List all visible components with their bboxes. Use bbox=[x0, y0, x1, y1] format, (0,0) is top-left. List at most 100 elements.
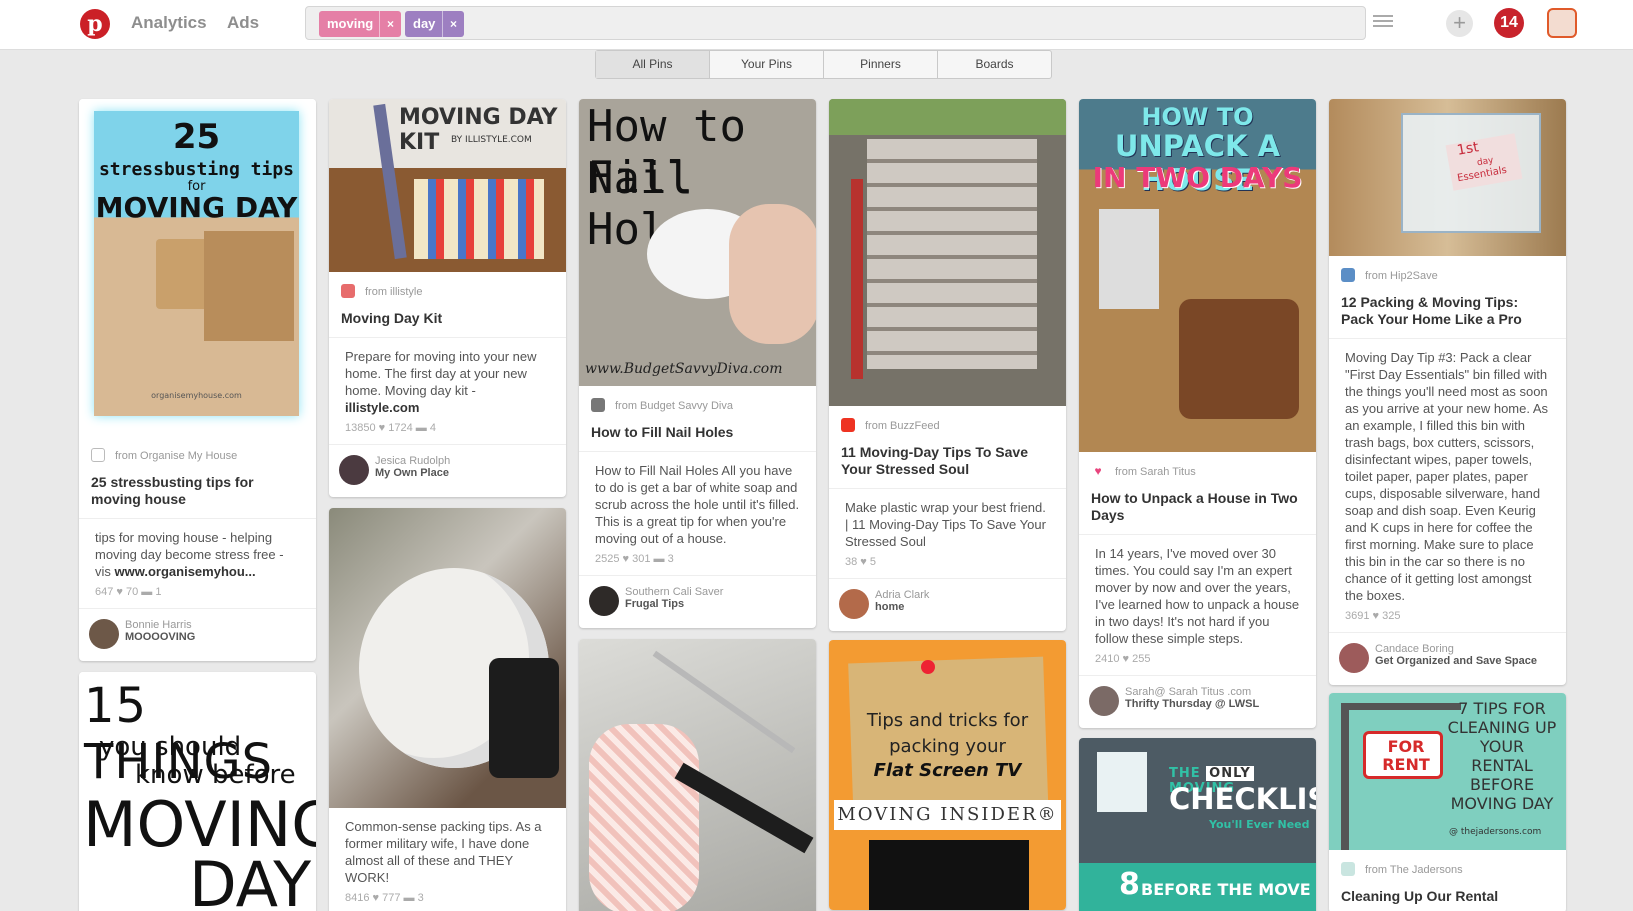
pin-source[interactable]: from illistyle bbox=[329, 272, 566, 306]
tab-all-pins[interactable]: All Pins bbox=[596, 51, 710, 78]
avatar[interactable] bbox=[339, 455, 369, 485]
image-text: you should bbox=[99, 732, 242, 762]
pin-card[interactable]: FOR RENT 7 TIPS FOR CLEANING UP YOUR REN… bbox=[1329, 693, 1566, 911]
source-icon bbox=[1341, 268, 1355, 282]
pinner-info[interactable]: Adria Clark home bbox=[829, 579, 1066, 631]
pin-image[interactable]: HOW TO UNPACK A HOUSE IN TWO DAYS bbox=[1079, 99, 1316, 452]
pin-description: How to Fill Nail Holes All you have to d… bbox=[595, 463, 800, 546]
pin-image[interactable]: How to Fill Nail Holes www.BudgetSavvyDi… bbox=[579, 99, 816, 386]
pin-image[interactable]: THE ONLY MOVING CHECKLIST You'll Ever Ne… bbox=[1079, 738, 1316, 911]
image-text: stressbusting tips bbox=[98, 159, 295, 180]
image-text: HOW TO bbox=[1141, 103, 1254, 131]
image-credit: organisemyhouse.com bbox=[151, 391, 242, 400]
pin-source[interactable]: from Hip2Save bbox=[1329, 256, 1566, 290]
pin-image[interactable]: MOVING DAY KIT BY ILLISTYLE.COM bbox=[329, 99, 566, 272]
search-chip-moving: moving × bbox=[319, 11, 401, 37]
source-icon bbox=[341, 284, 355, 298]
pin-description: Prepare for moving into your new home. T… bbox=[345, 349, 537, 415]
pin-card[interactable]: Common-sense packing tips. As a former m… bbox=[329, 508, 566, 911]
pin-card[interactable]: How to Fill Nail Holes www.BudgetSavvyDi… bbox=[579, 99, 816, 628]
source-icon bbox=[1341, 862, 1355, 876]
pinterest-logo-icon[interactable]: p bbox=[80, 9, 110, 39]
pin-image[interactable]: 25 stressbusting tips for MOVING DAY org… bbox=[79, 99, 316, 436]
tab-your-pins[interactable]: Your Pins bbox=[710, 51, 824, 78]
avatar[interactable] bbox=[1089, 686, 1119, 716]
heart-icon: ♥ bbox=[1091, 464, 1105, 478]
pin-card[interactable]: from BuzzFeed 11 Moving-Day Tips To Save… bbox=[829, 99, 1066, 631]
pin-card[interactable]: 15 THINGS you should know before MOVING … bbox=[79, 672, 316, 911]
pin-source[interactable]: from BuzzFeed bbox=[829, 406, 1066, 440]
pin-source[interactable]: from Budget Savvy Diva bbox=[579, 386, 816, 420]
close-icon[interactable]: × bbox=[379, 11, 401, 37]
pin-image[interactable] bbox=[329, 508, 566, 808]
add-icon[interactable]: + bbox=[1446, 10, 1473, 37]
image-text: 7 TIPS FOR CLEANING UP YOUR RENTAL BEFOR… bbox=[1447, 699, 1557, 813]
pin-source[interactable]: ♥ from Sarah Titus bbox=[1079, 452, 1316, 486]
tab-boards[interactable]: Boards bbox=[938, 51, 1051, 78]
image-text: Flat Screen TV bbox=[873, 760, 1022, 781]
pin-image[interactable]: 15 THINGS you should know before MOVING … bbox=[79, 672, 316, 911]
image-text: CHECKLIST bbox=[1169, 782, 1316, 816]
pin-stats: 38 ♥ 5 bbox=[829, 554, 1066, 579]
pin-title[interactable]: Moving Day Kit bbox=[329, 306, 566, 338]
image-text: DAY bbox=[189, 848, 312, 911]
pin-description: tips for moving house - helping moving d… bbox=[95, 530, 284, 579]
notifications-badge[interactable]: 14 bbox=[1494, 8, 1524, 38]
description-link[interactable]: illistyle.com bbox=[345, 400, 419, 415]
image-text: BY ILLISTYLE.COM bbox=[451, 135, 532, 145]
user-avatar-icon[interactable] bbox=[1547, 8, 1577, 38]
pin-title[interactable]: How to Fill Nail Holes bbox=[579, 420, 816, 452]
search-chip-day: day × bbox=[405, 11, 464, 37]
pinner-info[interactable]: Candace Boring Get Organized and Save Spa… bbox=[1329, 633, 1566, 685]
pin-image[interactable]: FOR RENT 7 TIPS FOR CLEANING UP YOUR REN… bbox=[1329, 693, 1566, 850]
pin-card[interactable]: 25 stressbusting tips for MOVING DAY org… bbox=[79, 99, 316, 661]
tab-pinners[interactable]: Pinners bbox=[824, 51, 938, 78]
pin-title[interactable]: 12 Packing & Moving Tips: Pack Your Home… bbox=[1329, 290, 1566, 339]
pin-title[interactable]: How to Unpack a House in Two Days bbox=[1079, 486, 1316, 535]
description-link[interactable]: www.organisemyhou... bbox=[115, 564, 256, 579]
pin-card[interactable]: THE ONLY MOVING CHECKLIST You'll Ever Ne… bbox=[1079, 738, 1316, 911]
pin-card[interactable]: HOW TO UNPACK A HOUSE IN TWO DAYS ♥ from … bbox=[1079, 99, 1316, 728]
pinner-info[interactable]: Bonnie Harris MOOOOVING bbox=[79, 609, 316, 661]
image-text: MOVING DAY bbox=[95, 191, 298, 224]
pin-title[interactable]: 25 stressbusting tips for moving house bbox=[79, 470, 316, 519]
analytics-link[interactable]: Analytics bbox=[131, 13, 207, 33]
menu-icon[interactable] bbox=[1373, 15, 1393, 29]
avatar[interactable] bbox=[1339, 643, 1369, 673]
pin-stats: 2410 ♥ 255 bbox=[1079, 651, 1316, 676]
pin-title[interactable]: Cleaning Up Our Rental bbox=[1329, 884, 1566, 911]
avatar[interactable] bbox=[839, 589, 869, 619]
source-icon bbox=[591, 398, 605, 412]
pin-source[interactable]: from Organise My House bbox=[79, 436, 316, 470]
image-text: MOVING INSIDER® bbox=[837, 804, 1058, 825]
pin-card[interactable]: 1st day Essentials from Hip2Save 12 Pack… bbox=[1329, 99, 1566, 685]
avatar[interactable] bbox=[589, 586, 619, 616]
image-text: MOVING DAY KIT bbox=[399, 105, 558, 155]
pinner-info[interactable]: Sarah@ Sarah Titus .com Thrifty Thursday … bbox=[1079, 676, 1316, 728]
pin-image[interactable]: Tips and tricks for packing your Flat Sc… bbox=[829, 640, 1066, 910]
search-filter-tabs: All Pins Your Pins Pinners Boards bbox=[595, 50, 1052, 79]
pin-image[interactable] bbox=[829, 99, 1066, 406]
image-text: BEFORE THE MOVE bbox=[1141, 880, 1311, 899]
chip-label: moving bbox=[327, 16, 374, 31]
pin-source[interactable]: from The Jadersons bbox=[1329, 850, 1566, 884]
pin-image[interactable] bbox=[579, 639, 816, 911]
image-text: packing your bbox=[889, 736, 1006, 757]
image-credit: @ thejadersons.com bbox=[1449, 827, 1542, 837]
pin-description: Moving Day Tip #3: Pack a clear "First D… bbox=[1345, 350, 1549, 603]
pin-card[interactable]: Tips and tricks for packing your Flat Sc… bbox=[829, 640, 1066, 910]
pin-image[interactable]: 1st day Essentials bbox=[1329, 99, 1566, 256]
pin-description: In 14 years, I've moved over 30 times. Y… bbox=[1095, 546, 1300, 646]
pinner-info[interactable]: Jesica Rudolph My Own Place bbox=[329, 445, 566, 497]
image-text: RENT bbox=[1382, 755, 1430, 774]
avatar[interactable] bbox=[89, 619, 119, 649]
pin-description: Common-sense packing tips. As a former m… bbox=[345, 819, 542, 885]
pinner-info[interactable]: Southern Cali Saver Frugal Tips bbox=[579, 576, 816, 628]
search-input[interactable]: moving × day × bbox=[305, 6, 1366, 40]
pin-title[interactable]: 11 Moving-Day Tips To Save Your Stressed… bbox=[829, 440, 1066, 489]
close-icon[interactable]: × bbox=[442, 11, 464, 37]
ads-link[interactable]: Ads bbox=[227, 13, 259, 33]
pin-stats: 3691 ♥ 325 bbox=[1329, 608, 1566, 633]
pin-card[interactable]: MOVING DAY KIT BY ILLISTYLE.COM from ill… bbox=[329, 99, 566, 497]
pin-card[interactable] bbox=[579, 639, 816, 911]
